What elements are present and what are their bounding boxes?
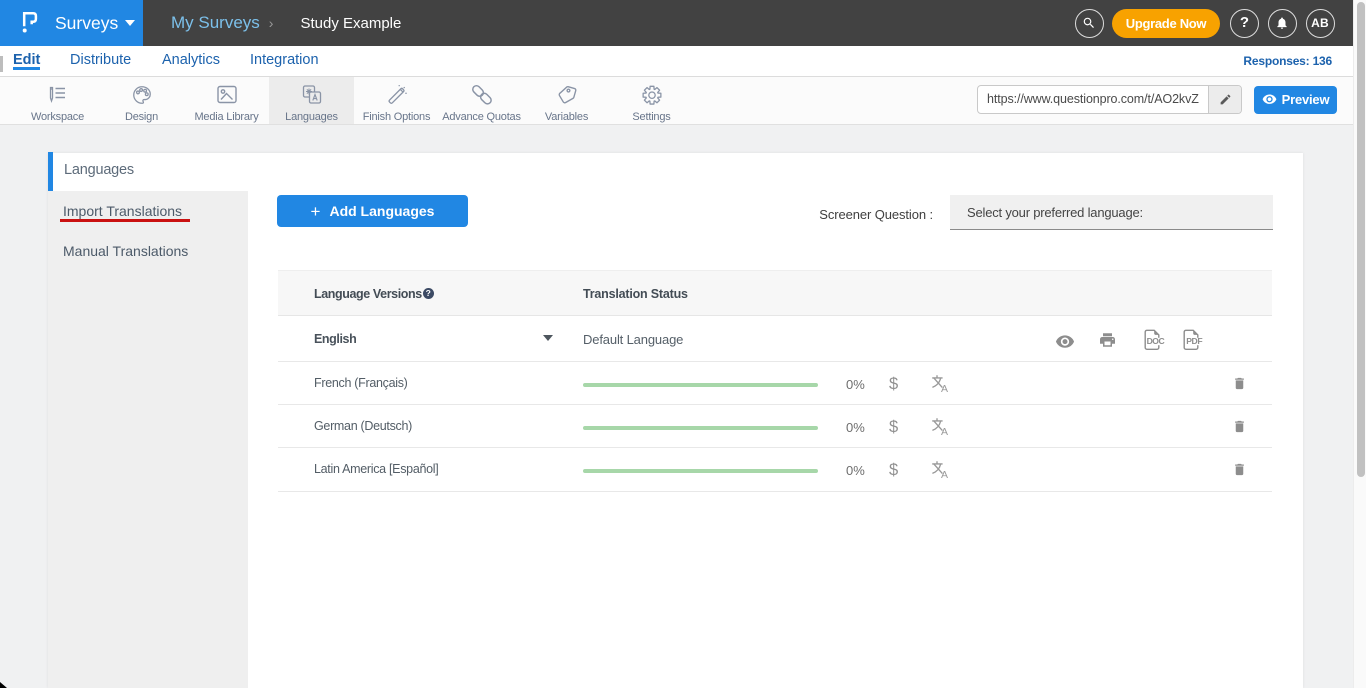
svg-text:A: A — [941, 383, 948, 393]
svg-text:A: A — [941, 469, 948, 479]
svg-text:PDF: PDF — [1186, 336, 1202, 346]
svg-text:DOC: DOC — [1147, 336, 1165, 346]
svg-text:A: A — [941, 426, 948, 436]
